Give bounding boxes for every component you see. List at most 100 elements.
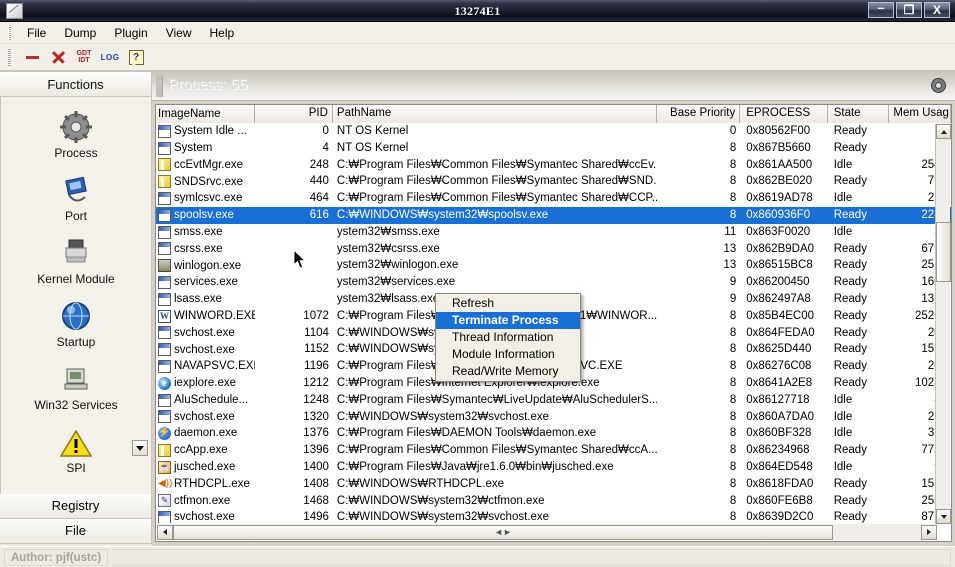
menu-grip[interactable] [8, 25, 11, 40]
vertical-scroll-thumb[interactable] [936, 222, 951, 282]
sidebar-item-win32-services[interactable]: Win32 Services [1, 349, 151, 412]
menu-file[interactable]: File [18, 24, 55, 42]
cell-name: e iexplore.exe [156, 375, 255, 392]
context-menu-item-read-write-memory[interactable]: Read/Write Memory [436, 363, 580, 380]
sidebar-item-spi[interactable]: SPI [1, 412, 151, 475]
horizontal-scrollbar[interactable]: ◄► [157, 524, 937, 540]
table-row[interactable]: svchost.exe 1320 C:₩WINDOWS₩system32₩svcho… [156, 409, 951, 426]
minimize-button[interactable]: – [868, 1, 894, 18]
menu-dump[interactable]: Dump [55, 24, 105, 42]
scroll-left-button[interactable] [157, 524, 173, 540]
window-controls: – ❐ X [868, 1, 950, 18]
table-row[interactable]: ✎ ctfmon.exe 1468 C:₩WINDOWS₩system32₩ctfmo… [156, 493, 951, 510]
column-header-state[interactable]: State [827, 105, 890, 123]
win-icon [158, 124, 171, 138]
menu-plugin[interactable]: Plugin [105, 24, 156, 42]
cell-state: Ready [833, 292, 867, 305]
win-icon [158, 225, 171, 239]
vertical-scrollbar[interactable] [935, 124, 951, 524]
sidebar-button-file[interactable]: File [0, 519, 152, 544]
sidebar-item-kernel-module[interactable]: Kernel Module [1, 223, 151, 286]
sidebar-item-startup[interactable]: Startup [1, 286, 151, 349]
process-name: winlogon.exe [174, 259, 242, 272]
column-header-imagename[interactable]: ImageName [156, 105, 256, 123]
table-row[interactable]: svchost.exe 1496 C:₩WINDOWS₩system32₩svcho… [156, 509, 951, 523]
process-name: daemon.exe [174, 427, 238, 440]
context-menu-item-module-information[interactable]: Module Information [436, 346, 580, 363]
status-bar: Author: pjf(ustc) [0, 546, 955, 567]
table-row[interactable]: ccEvtMgr.exe 248 C:₩Program Files₩Common F… [156, 157, 951, 174]
table-row[interactable]: SNDSrvc.exe 440 C:₩Program Files₩Common Fi… [156, 173, 951, 190]
column-header-eprocess[interactable]: EPROCESS [740, 105, 828, 123]
sidebar-item-folder[interactable] [1, 475, 151, 494]
sidebar-button-registry[interactable]: Registry [0, 494, 152, 519]
column-header-basepriority[interactable]: Base Priority [656, 105, 741, 123]
gdt-idt-button[interactable]: GDT IDT [71, 46, 97, 68]
log-button[interactable]: LOG [97, 46, 123, 68]
process-name: symlcsvc.exe [174, 192, 243, 205]
menu-view[interactable]: View [157, 24, 201, 42]
process-name: System Idle ... [174, 125, 247, 138]
maximize-button[interactable]: ❐ [896, 2, 922, 18]
horizontal-scroll-thumb[interactable]: ◄► [173, 524, 833, 540]
page-title: Process: 55 [168, 76, 248, 93]
cell-pid: 1396 [303, 444, 329, 457]
table-row[interactable]: System Idle ... 0 NT OS Kernel 0 0x80562F00 R… [156, 123, 951, 140]
sidebar-item-label: SPI [66, 461, 86, 475]
scroll-down-button[interactable] [936, 509, 951, 524]
table-row[interactable]: System4NT OS Kernel80x867B5660Ready56 [156, 140, 951, 157]
cell-path: C:₩Program Files₩Common Files₩Symantec S… [336, 192, 657, 205]
cell-eproc: 0x85B4EC00 [746, 309, 815, 322]
sidebar-item-label: Kernel Module [37, 272, 115, 286]
cell-eproc: 0x864FEDA0 [746, 326, 815, 339]
close-button[interactable]: X [924, 2, 950, 18]
column-header-pathname[interactable]: PathName [332, 105, 657, 123]
cell-prio: 8 [729, 477, 737, 490]
table-row[interactable]: csrss.exe ystem32₩csrss.exe 13 0x862B9DA0 Re… [156, 241, 951, 258]
cell-state: Ready [833, 511, 867, 523]
column-header-memusage[interactable]: Mem Usag [889, 105, 951, 123]
chevron-down-icon [940, 514, 947, 519]
cell-pid [255, 224, 333, 241]
table-row[interactable]: symlcsvc.exe 464 C:₩Program Files₩Common F… [156, 190, 951, 207]
minus-button[interactable] [19, 46, 45, 68]
cell-pid: 1152 [304, 343, 329, 356]
table-row[interactable]: services.exe ystem32₩services.exe 9 0x86200… [156, 274, 951, 291]
chevron-left-icon [163, 529, 167, 535]
cell-eproc: 0x86234968 [746, 444, 810, 457]
help-button[interactable]: ? [123, 46, 149, 68]
cell-pid: 0 [322, 125, 329, 137]
cell-name: NAVAPSVC.EXE [156, 358, 255, 375]
menu-help[interactable]: Help [201, 24, 244, 42]
table-row[interactable]: smss.exe ystem32₩smss.exe 11 0x863F0020 Idle… [156, 224, 951, 241]
process-name: NAVAPSVC.EXE [174, 360, 256, 373]
table-row[interactable]: ⚡ daemon.exe 1376 C:₩Program Files₩DAEMON T… [156, 425, 951, 442]
column-header-pid[interactable]: PID [255, 105, 333, 123]
gear-icon[interactable] [930, 77, 947, 94]
context-menu-item-refresh[interactable]: Refresh [436, 295, 580, 312]
scroll-up-button[interactable] [936, 124, 951, 139]
cell-prio: 8 [729, 444, 737, 457]
cell-state: Ready [833, 141, 867, 154]
table-row[interactable]: ☕ jusched.exe 1400 C:₩Program Files₩Java₩jr… [156, 459, 951, 476]
scroll-right-button[interactable] [921, 524, 937, 540]
sidebar-scroll-down-button[interactable] [132, 440, 148, 456]
table-row[interactable]: spoolsv.exe 616 C:₩WINDOWS₩system32₩spools… [156, 206, 951, 224]
cell-state: Idle [833, 393, 853, 406]
context-menu-item-thread-information[interactable]: Thread Information [436, 329, 580, 346]
cell-eproc: 0x860936F0 [746, 208, 811, 221]
table-row[interactable]: AluSchedule... 1248 C:₩Program Files₩Syman… [156, 392, 951, 409]
context-menu-item-terminate-process[interactable]: Terminate Process [436, 312, 580, 329]
cell-prio: 8 [729, 511, 737, 523]
toolbar-grip[interactable] [8, 48, 11, 66]
table-row[interactable]: ◀)) RTHDCPL.exe 1408 C:₩WINDOWS₩RTHDCPL.exe… [156, 476, 951, 493]
cell-eproc: 0x860FE6B8 [746, 494, 813, 507]
cell-eproc: 0x8625D440 [746, 343, 812, 356]
process-name: SNDSrvc.exe [174, 175, 244, 188]
table-row[interactable]: winlogon.exe ystem32₩winlogon.exe 13 0x8651… [156, 257, 951, 274]
sidebar-item-port[interactable]: Port [1, 160, 151, 223]
delete-button[interactable] [45, 46, 71, 68]
cell-pid: 464 [309, 192, 329, 205]
table-row[interactable]: ccApp.exe 1396 C:₩Program Files₩Common Fil… [156, 442, 951, 459]
sidebar-item-process[interactable]: Process [1, 97, 151, 160]
